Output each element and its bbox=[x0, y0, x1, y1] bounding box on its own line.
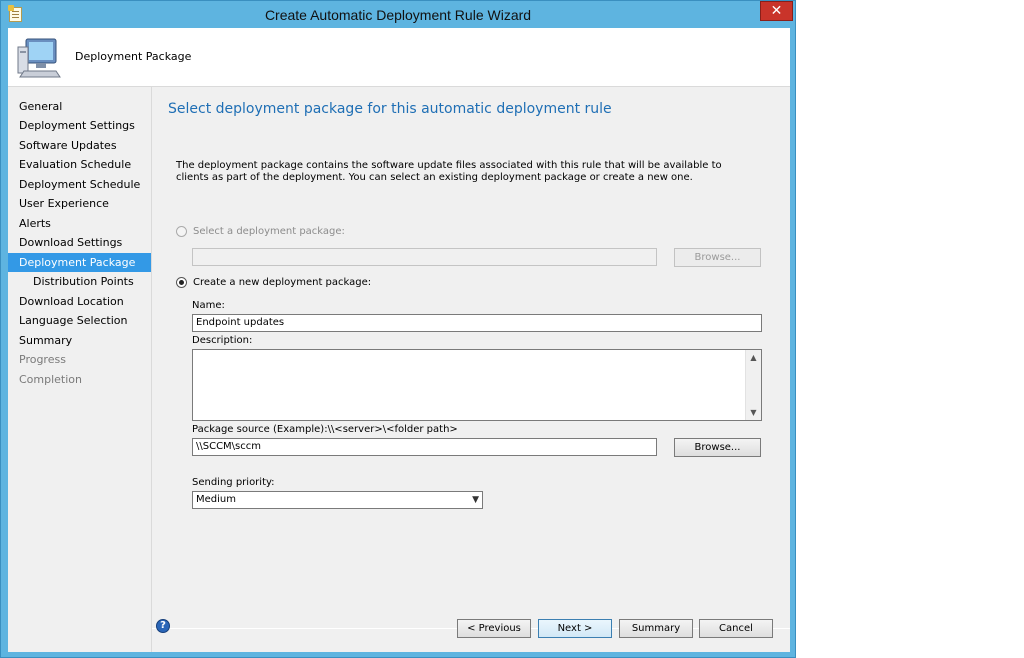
cancel-button[interactable]: Cancel bbox=[699, 619, 773, 638]
existing-package-field[interactable] bbox=[192, 248, 657, 266]
sending-priority-value: Medium bbox=[196, 494, 236, 505]
scroll-down-icon[interactable]: ▼ bbox=[746, 405, 761, 420]
title-bar[interactable]: Create Automatic Deployment Rule Wizard … bbox=[1, 1, 795, 28]
close-icon: ✕ bbox=[770, 3, 783, 19]
window-title: Create Automatic Deployment Rule Wizard bbox=[264, 7, 532, 23]
name-label: Name: bbox=[192, 300, 225, 311]
wizard-client-area: Deployment Package General Deployment Se… bbox=[8, 28, 790, 652]
nav-item-general[interactable]: General bbox=[8, 97, 151, 116]
wizard-content: Select deployment package for this autom… bbox=[152, 87, 790, 652]
summary-button[interactable]: Summary bbox=[619, 619, 693, 638]
priority-label: Sending priority: bbox=[192, 477, 275, 488]
wizard-header: Deployment Package bbox=[8, 28, 790, 87]
nav-item-deployment-package[interactable]: Deployment Package bbox=[8, 253, 151, 272]
nav-item-user-experience[interactable]: User Experience bbox=[8, 194, 151, 213]
wizard-window: Create Automatic Deployment Rule Wizard … bbox=[0, 0, 796, 658]
wizard-step-nav: General Deployment Settings Software Upd… bbox=[8, 87, 152, 652]
nav-item-language-selection[interactable]: Language Selection bbox=[8, 311, 151, 330]
nav-item-progress: Progress bbox=[19, 353, 66, 366]
page-description: The deployment package contains the soft… bbox=[176, 160, 722, 183]
package-name-field[interactable]: Endpoint updates bbox=[192, 314, 762, 332]
computer-icon bbox=[17, 38, 61, 78]
select-existing-label: Select a deployment package: bbox=[193, 226, 345, 237]
nav-item-download-location[interactable]: Download Location bbox=[8, 292, 151, 311]
description-label: Description: bbox=[192, 335, 253, 346]
nav-item-completion: Completion bbox=[19, 373, 83, 386]
package-description-field[interactable]: ▲ ▼ bbox=[192, 349, 762, 421]
header-title: Deployment Package bbox=[75, 50, 192, 63]
package-source-field[interactable]: \\SCCM\sccm bbox=[192, 438, 657, 456]
description-scrollbar[interactable]: ▲ ▼ bbox=[745, 350, 761, 420]
nav-item-summary[interactable]: Summary bbox=[8, 331, 151, 350]
help-icon[interactable]: ? bbox=[156, 619, 170, 633]
scroll-up-icon[interactable]: ▲ bbox=[746, 350, 761, 365]
nav-item-download-settings[interactable]: Download Settings bbox=[8, 233, 151, 252]
source-label: Package source (Example):\\<server>\<fol… bbox=[192, 424, 458, 435]
close-button[interactable]: ✕ bbox=[760, 1, 793, 21]
sending-priority-select[interactable]: Medium ▼ bbox=[192, 491, 483, 509]
browse-source-button[interactable]: Browse... bbox=[674, 438, 761, 457]
nav-item-distribution-points[interactable]: Distribution Points bbox=[8, 272, 151, 291]
nav-item-evaluation-schedule[interactable]: Evaluation Schedule bbox=[8, 155, 151, 174]
select-existing-radio[interactable] bbox=[176, 226, 187, 237]
nav-item-deployment-schedule[interactable]: Deployment Schedule bbox=[8, 175, 151, 194]
nav-item-alerts[interactable]: Alerts bbox=[8, 214, 151, 233]
next-button[interactable]: Next > bbox=[538, 619, 612, 638]
browse-existing-button[interactable]: Browse... bbox=[674, 248, 761, 267]
nav-item-software-updates[interactable]: Software Updates bbox=[8, 136, 151, 155]
chevron-down-icon: ▼ bbox=[472, 495, 479, 505]
previous-button[interactable]: < Previous bbox=[457, 619, 531, 638]
create-new-radio[interactable] bbox=[176, 277, 187, 288]
nav-item-deployment-settings[interactable]: Deployment Settings bbox=[8, 116, 151, 135]
create-new-label: Create a new deployment package: bbox=[193, 277, 372, 288]
page-heading: Select deployment package for this autom… bbox=[168, 101, 612, 117]
